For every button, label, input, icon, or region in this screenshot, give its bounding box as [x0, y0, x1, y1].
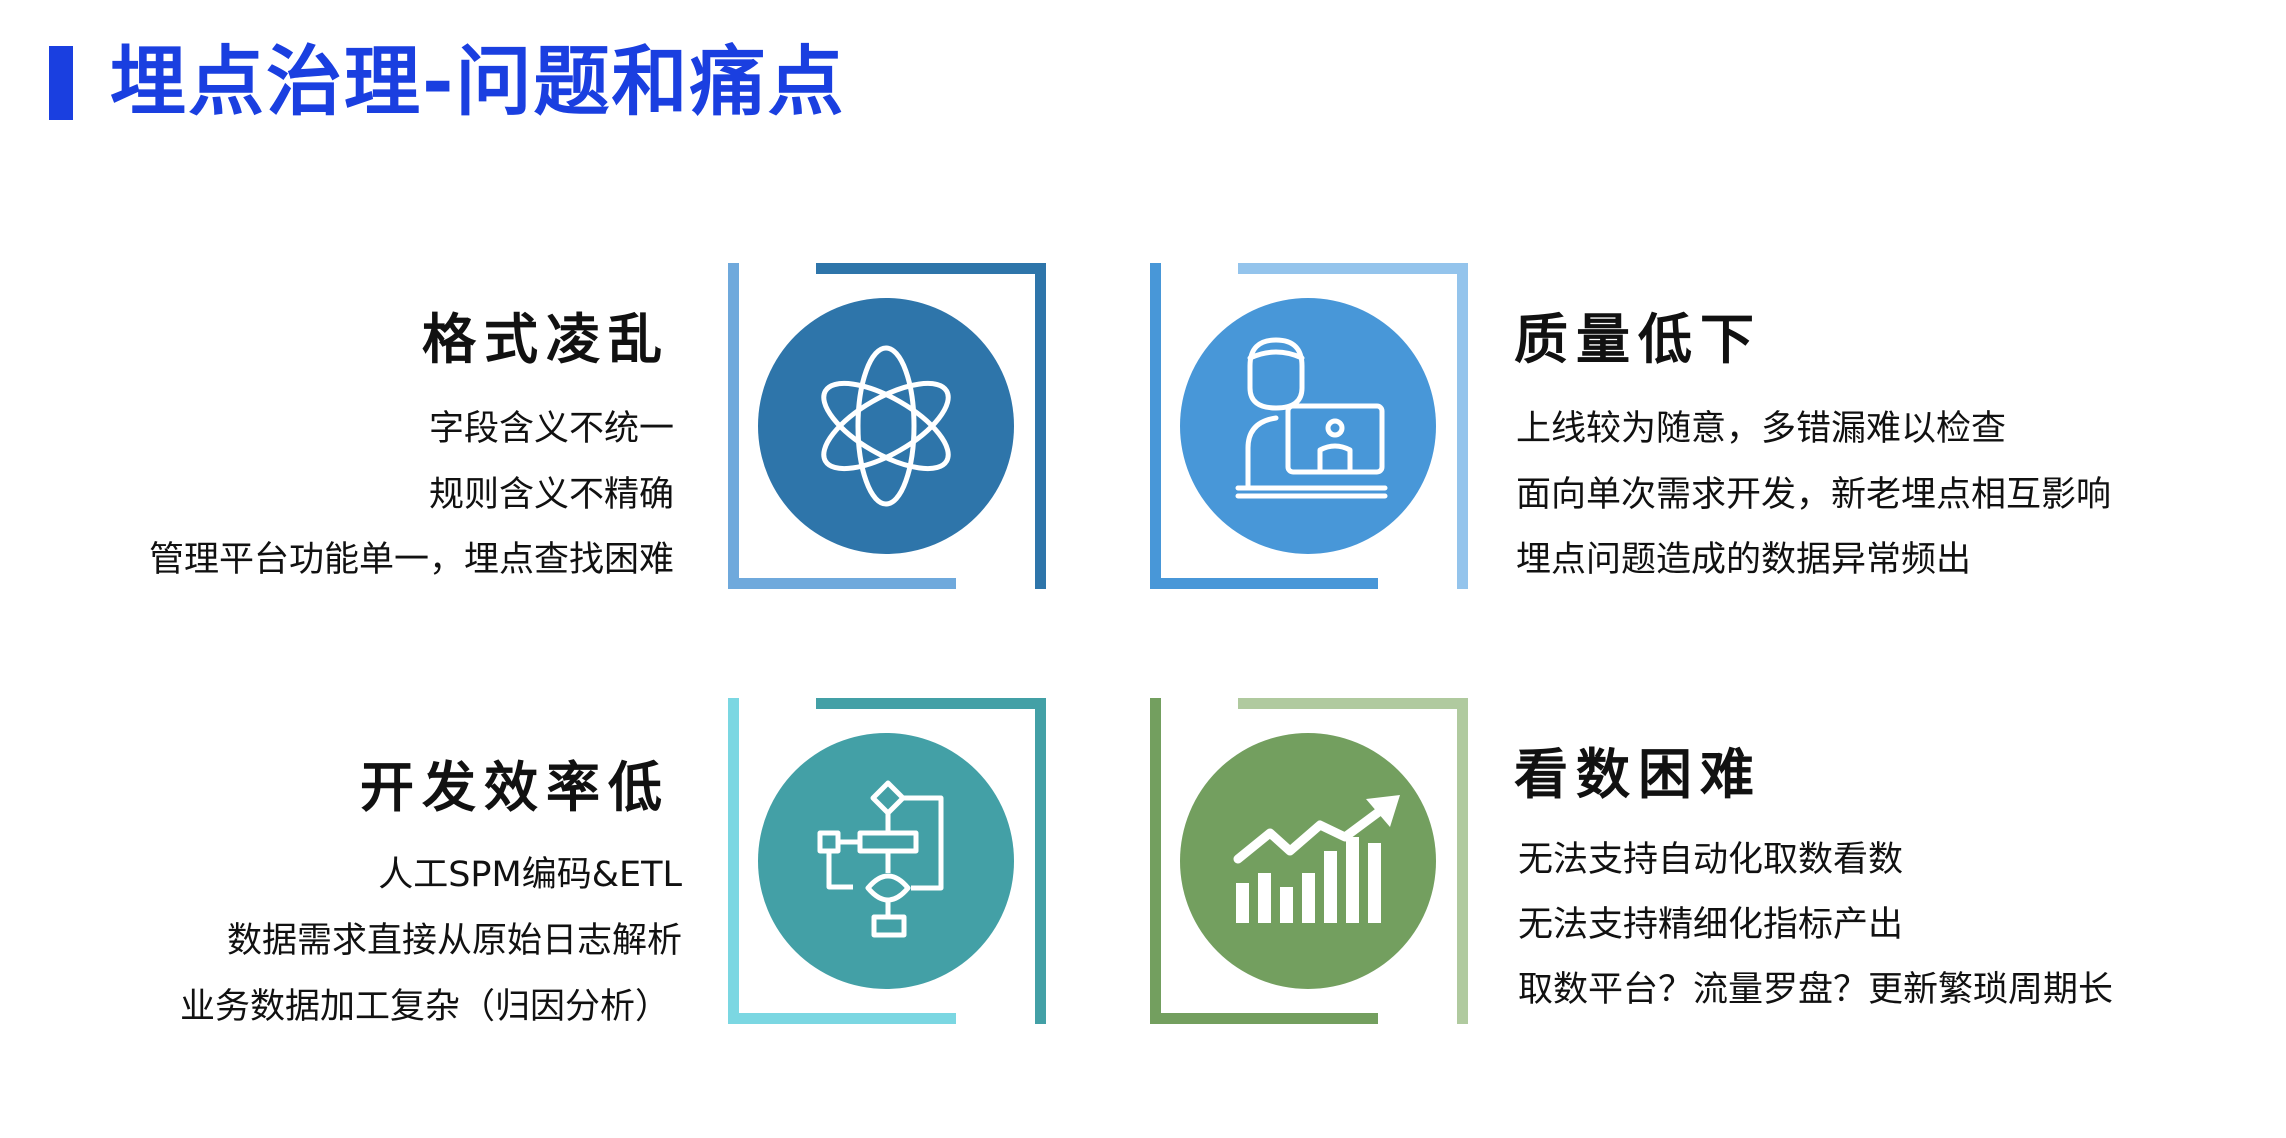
card-line: 取数平台？流量罗盘？更新繁琐周期长 [1518, 970, 2114, 1010]
card-line: 字段含义不统一 [428, 409, 674, 449]
card-heading-format: 格式凌乱 [422, 308, 670, 371]
card-line: 数据需求直接从原始日志解析 [226, 921, 682, 961]
card-line: 无法支持自动化取数看数 [1518, 840, 1904, 880]
card-line: 上线较为随意，多错漏难以检查 [1516, 409, 2007, 449]
card-frame-data-access [1150, 698, 1468, 1024]
card-line: 人工SPM编码&ETL [378, 855, 682, 895]
title-accent-bar [49, 46, 73, 120]
card-frame-format [728, 263, 1046, 589]
card-line: 规则含义不精确 [428, 475, 674, 515]
developer-computer-icon [1180, 298, 1436, 554]
card-line: 管理平台功能单一，埋点查找困难 [148, 540, 674, 580]
card-line: 埋点问题造成的数据异常频出 [1516, 540, 1972, 580]
growth-chart-icon [1180, 733, 1436, 989]
atom-icon [758, 298, 1014, 554]
card-heading-data-access: 看数困难 [1514, 743, 1762, 806]
card-heading-efficiency: 开发效率低 [360, 756, 670, 819]
card-line: 业务数据加工复杂（归因分析） [179, 987, 670, 1027]
card-line: 无法支持精细化指标产出 [1518, 905, 1904, 945]
card-frame-efficiency [728, 698, 1046, 1024]
page-title: 埋点治理-问题和痛点 [110, 37, 846, 126]
card-frame-quality [1150, 263, 1468, 589]
flowchart-icon [758, 733, 1014, 989]
card-line: 面向单次需求开发，新老埋点相互影响 [1516, 475, 2112, 515]
card-heading-quality: 质量低下 [1514, 308, 1762, 371]
